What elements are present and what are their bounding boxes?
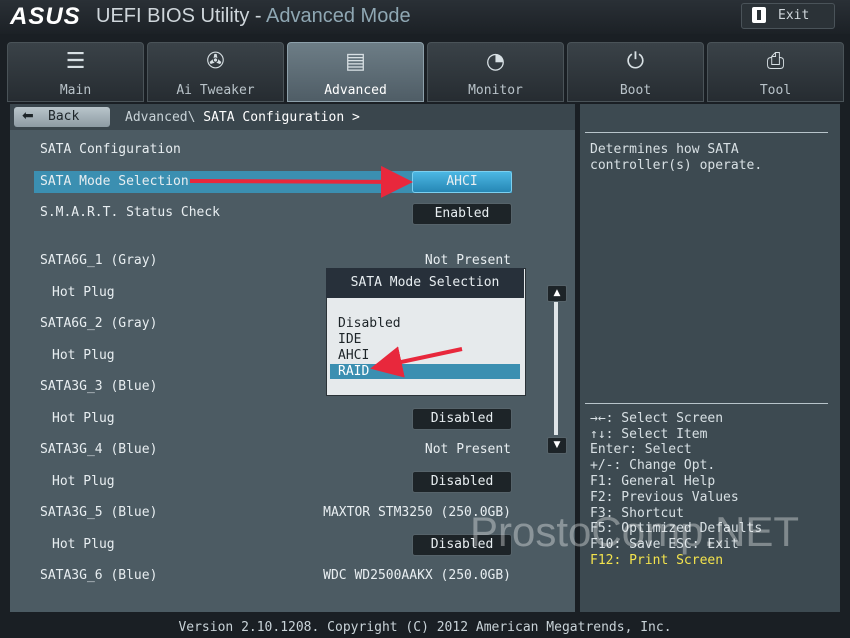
port-status: Not Present <box>424 442 511 457</box>
tab-main[interactable]: ☰ Main <box>7 42 144 102</box>
option-disabled[interactable]: Disabled <box>330 316 520 331</box>
tab-label: Monitor <box>468 83 523 98</box>
option-ide[interactable]: IDE <box>330 332 520 347</box>
fan-icon: ✇ <box>206 49 225 74</box>
help-divider <box>585 132 828 133</box>
tab-label: Tool <box>759 83 792 98</box>
key-hint: F2: Previous Values <box>590 490 739 505</box>
tab-label: Ai Tweaker <box>176 83 255 98</box>
port-label: SATA3G_4 (Blue) <box>40 442 158 457</box>
port-label: SATA6G_1 (Gray) <box>40 253 158 268</box>
key-hint: ↑↓: Select Item <box>590 427 708 442</box>
app-title-mode: Advanced Mode <box>266 5 411 27</box>
breadcrumb-current: SATA Configuration > <box>203 110 360 125</box>
sata-mode-label[interactable]: SATA Mode Selection <box>40 174 189 189</box>
power-icon: ⏻ <box>626 49 645 74</box>
exit-door-icon <box>752 7 766 23</box>
tab-label: Main <box>59 83 92 98</box>
hot-plug-label[interactable]: Hot Plug <box>52 411 115 426</box>
smart-check-dropdown[interactable]: Enabled <box>412 203 512 225</box>
back-button[interactable]: ⬅ Back <box>14 107 110 127</box>
hot-plug-label[interactable]: Hot Plug <box>52 348 115 363</box>
printer-icon: ⎙ <box>766 49 785 74</box>
section-title: SATA Configuration <box>40 142 181 157</box>
settings-info-icon: ▤ <box>345 49 366 74</box>
list-icon: ☰ <box>65 49 86 74</box>
tab-boot[interactable]: ⏻ Boot <box>567 42 704 102</box>
watermark: ProstoComp.NET <box>470 508 800 555</box>
option-ahci[interactable]: AHCI <box>330 348 520 363</box>
tab-label: Advanced <box>324 83 387 98</box>
tab-tool[interactable]: ⎙ Tool <box>707 42 844 102</box>
back-arrow-icon: ⬅ <box>22 108 34 124</box>
breadcrumb: Advanced\ SATA Configuration > <box>125 110 360 125</box>
version-text: Version 2.10.1208. Copyright (C) 2012 Am… <box>178 620 672 635</box>
key-hint: +/-: Change Opt. <box>590 458 716 473</box>
app-title-main: UEFI BIOS Utility - <box>96 5 267 27</box>
port-status: WDC WD2500AAKX (250.0GB) <box>323 568 511 583</box>
key-hint: F1: General Help <box>590 474 716 489</box>
key-hint: →←: Select Screen <box>590 411 724 426</box>
tab-monitor[interactable]: ◔ Monitor <box>427 42 564 102</box>
sata-mode-dropdown[interactable]: AHCI <box>412 171 512 193</box>
port-label: SATA6G_2 (Gray) <box>40 316 158 331</box>
hot-plug-dropdown[interactable]: Disabled <box>412 471 512 493</box>
tab-label: Boot <box>619 83 652 98</box>
option-raid[interactable]: RAID <box>330 364 520 379</box>
port-status: Not Present <box>424 253 511 268</box>
exit-label: Exit <box>778 8 810 23</box>
hot-plug-label[interactable]: Hot Plug <box>52 537 115 552</box>
popup-title: SATA Mode Selection <box>326 268 524 298</box>
monitor-gauge-icon: ◔ <box>485 49 506 74</box>
hot-plug-dropdown[interactable]: Disabled <box>412 408 512 430</box>
port-label: SATA3G_3 (Blue) <box>40 379 158 394</box>
breadcrumb-parent[interactable]: Advanced\ <box>125 110 195 125</box>
scroll-up-button[interactable]: ▲ <box>547 285 567 302</box>
tab-advanced[interactable]: ▤ Advanced <box>287 42 424 102</box>
port-label: SATA3G_5 (Blue) <box>40 505 158 520</box>
hot-plug-label[interactable]: Hot Plug <box>52 285 115 300</box>
app-title: UEFI BIOS Utility - Advanced Mode <box>96 5 411 28</box>
key-hint: Enter: Select <box>590 442 692 457</box>
scrollbar-track[interactable] <box>554 302 558 435</box>
help-text: Determines how SATA controller(s) operat… <box>590 142 763 173</box>
keys-divider <box>585 403 828 404</box>
tab-ai-tweaker[interactable]: ✇ Ai Tweaker <box>147 42 284 102</box>
exit-button[interactable]: Exit <box>741 3 835 29</box>
asus-logo: ASUS <box>10 3 81 30</box>
smart-check-label[interactable]: S.M.A.R.T. Status Check <box>40 205 220 220</box>
port-label: SATA3G_6 (Blue) <box>40 568 158 583</box>
back-label: Back <box>48 109 80 124</box>
scroll-down-button[interactable]: ▼ <box>547 437 567 454</box>
hot-plug-label[interactable]: Hot Plug <box>52 474 115 489</box>
